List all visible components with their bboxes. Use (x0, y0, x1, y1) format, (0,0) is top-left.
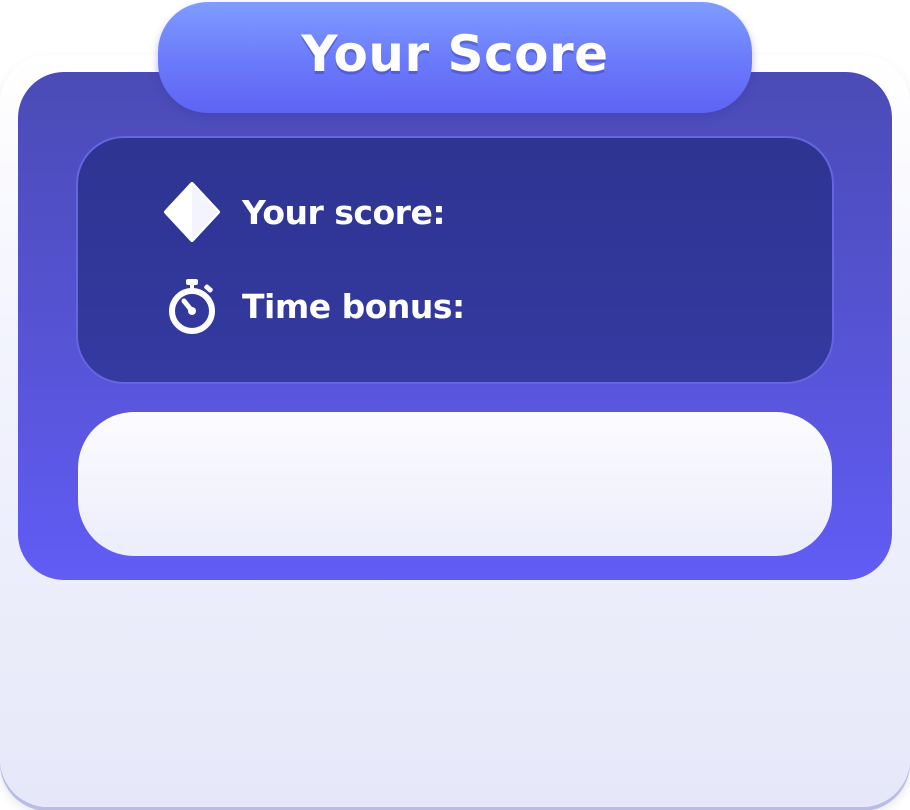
score-row: Your score: (164, 182, 446, 242)
stats-box: Your score: Time bonus: (76, 136, 834, 384)
time-bonus-row: Time bonus: (164, 278, 465, 334)
title-banner: Your Score (158, 2, 752, 113)
score-label: Your score: (242, 192, 446, 232)
time-bonus-label: Time bonus: (242, 286, 465, 326)
diamond-icon (164, 182, 220, 242)
score-screen: Your score: Time bonus: Your Score (0, 0, 910, 810)
stopwatch-icon (164, 278, 220, 334)
result-box (78, 412, 832, 556)
page-title: Your Score (301, 24, 609, 83)
